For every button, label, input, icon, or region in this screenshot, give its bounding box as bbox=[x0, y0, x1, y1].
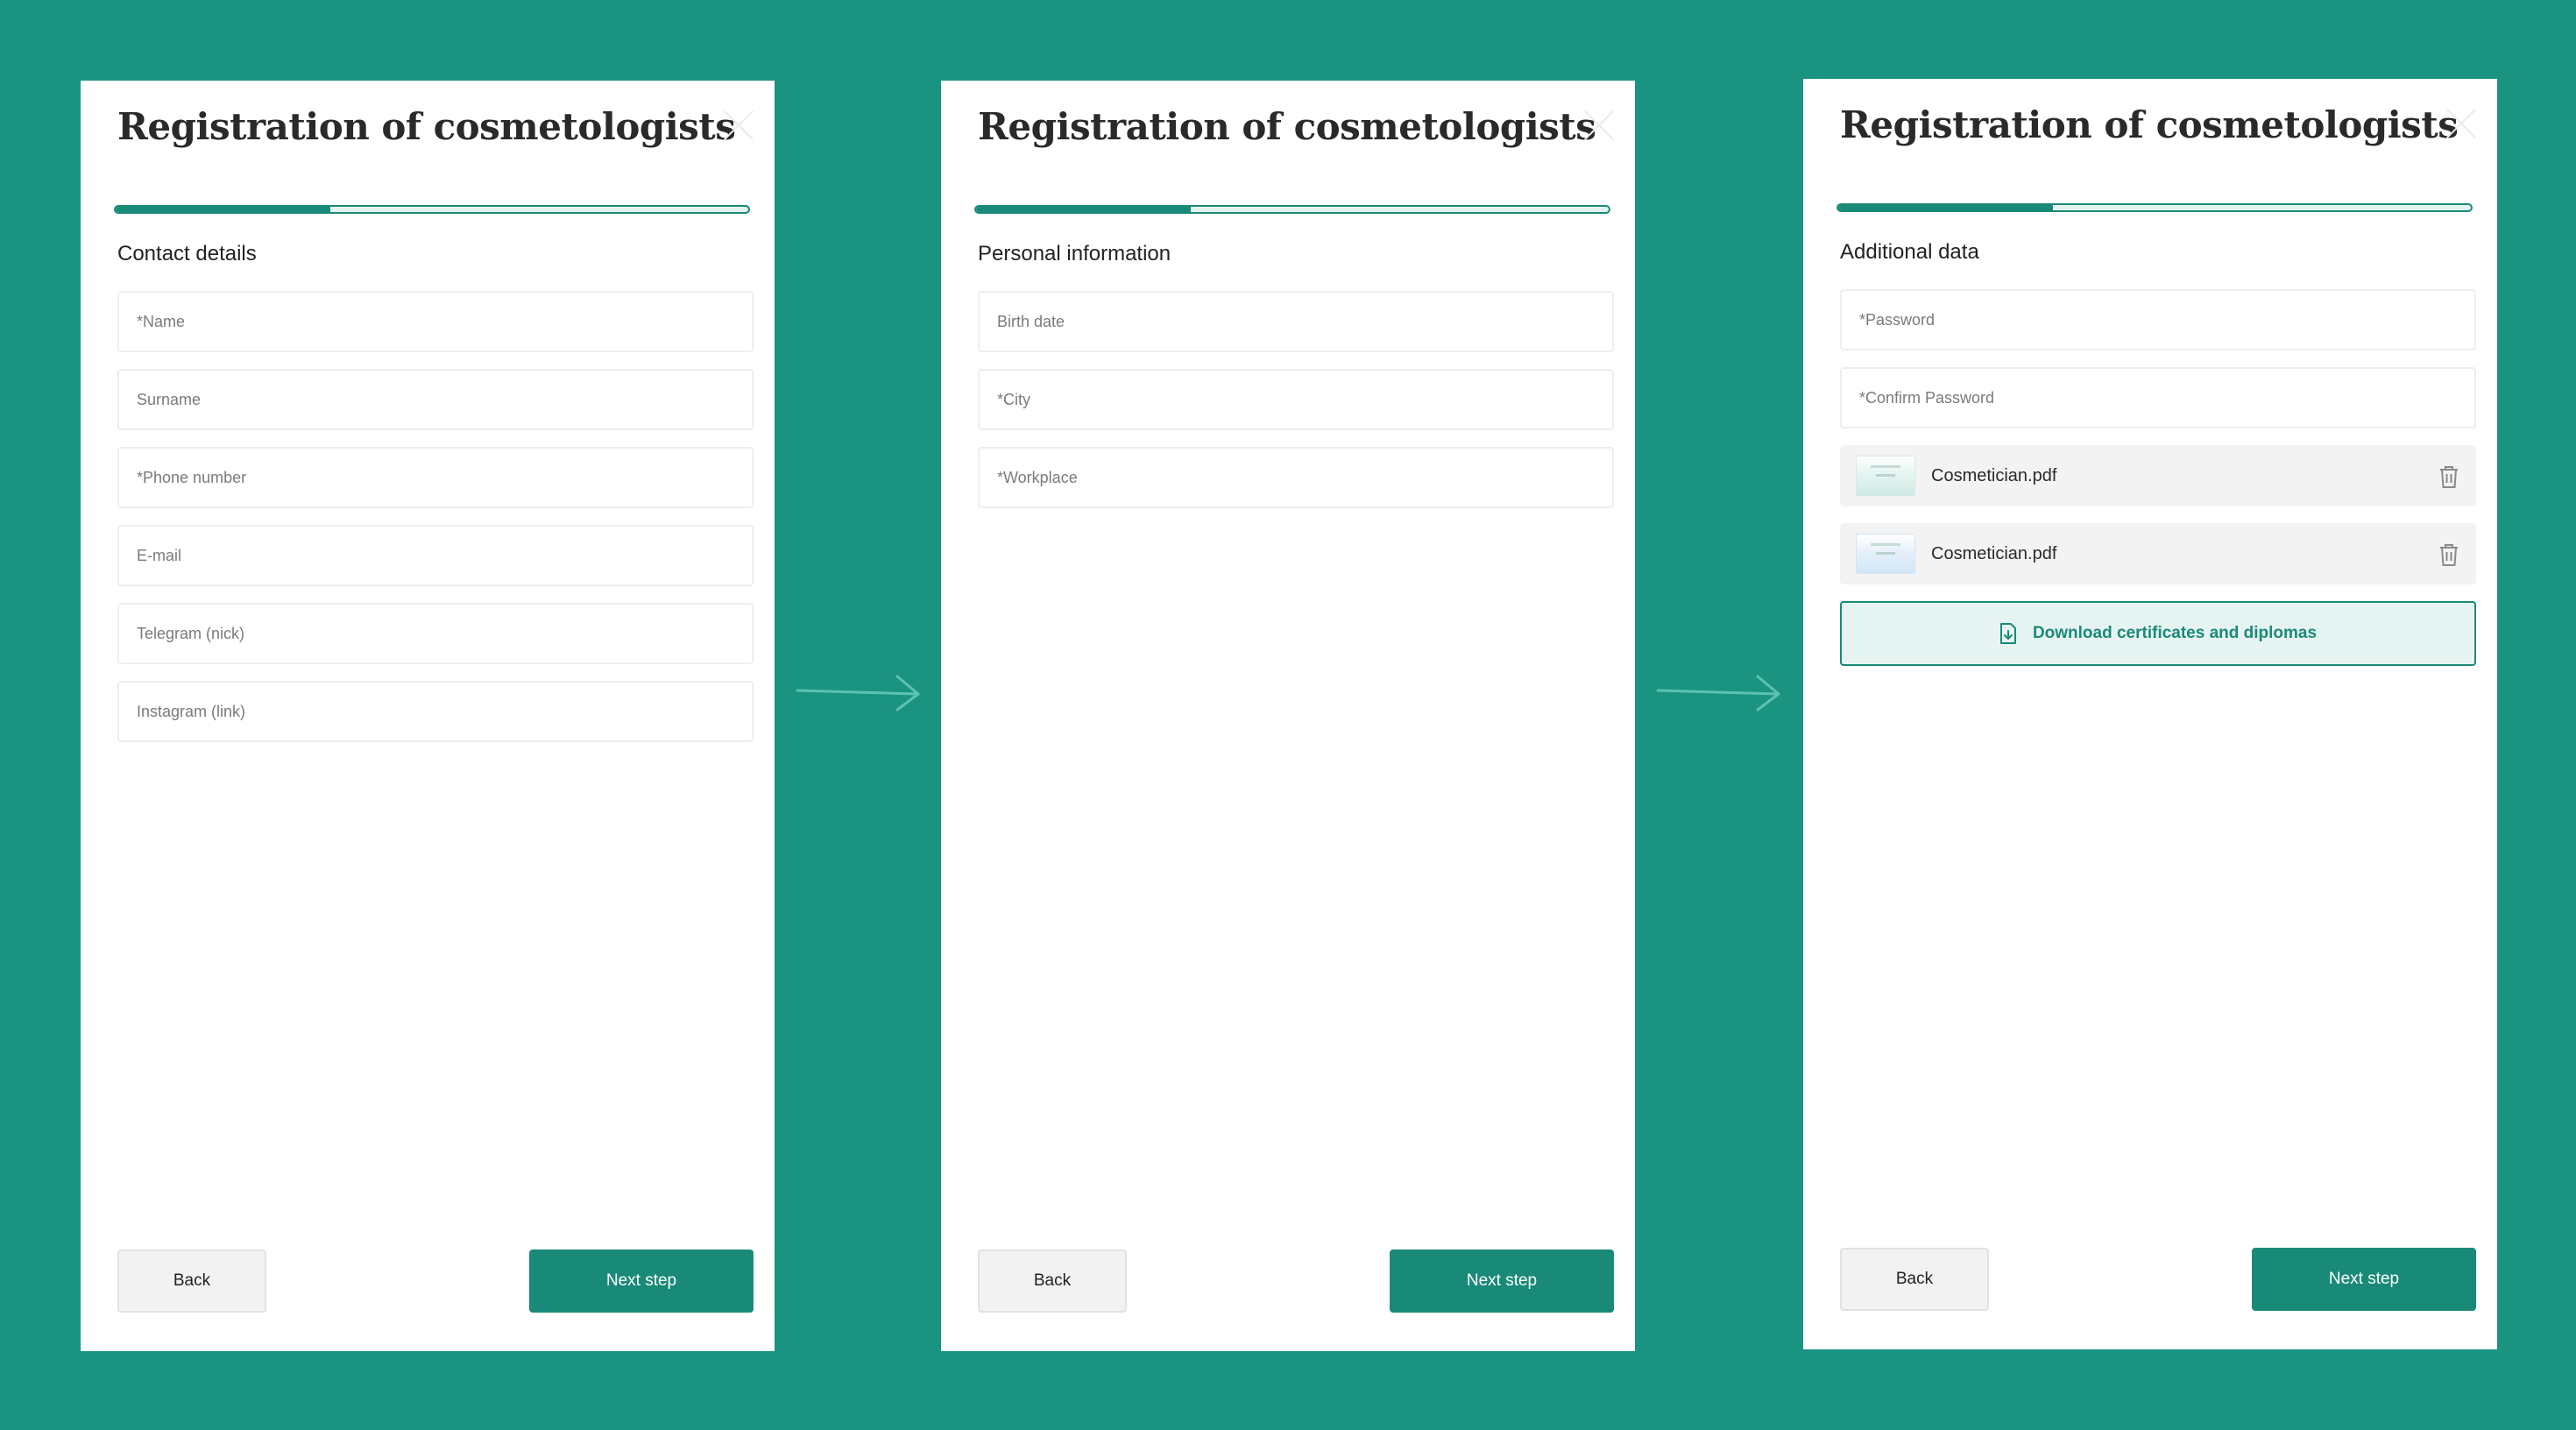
registration-panel-personal: Registration of cosmetologists Personal … bbox=[941, 81, 1635, 1351]
file-name: Cosmetician.pdf bbox=[1931, 543, 2057, 563]
instagram-input[interactable]: Instagram (link) bbox=[117, 681, 754, 742]
arrow-right-icon bbox=[796, 675, 920, 711]
progress-bar bbox=[114, 205, 750, 214]
file-download-icon bbox=[1999, 623, 2016, 644]
next-step-button[interactable]: Next step bbox=[2252, 1248, 2476, 1311]
back-button[interactable]: Back bbox=[1840, 1248, 1989, 1311]
close-icon[interactable] bbox=[2445, 107, 2478, 140]
back-button[interactable]: Back bbox=[978, 1249, 1127, 1313]
progress-fill bbox=[116, 207, 331, 212]
progress-fill bbox=[1838, 205, 2054, 210]
next-step-button[interactable]: Next step bbox=[529, 1249, 754, 1313]
next-step-button[interactable]: Next step bbox=[1390, 1249, 1614, 1313]
panel-title: Registration of cosmetologists bbox=[1840, 103, 2459, 146]
close-icon[interactable] bbox=[722, 109, 755, 142]
email-input[interactable]: E-mail bbox=[117, 525, 754, 586]
back-button[interactable]: Back bbox=[117, 1249, 266, 1313]
download-certificates-button[interactable]: Download certificates and diplomas bbox=[1840, 601, 2476, 666]
file-thumbnail bbox=[1856, 534, 1915, 574]
uploaded-file-item: Cosmetician.pdf bbox=[1840, 523, 2476, 584]
section-title: Additional data bbox=[1840, 240, 1979, 264]
registration-panel-contact: Registration of cosmetologists Contact d… bbox=[81, 81, 775, 1351]
name-input[interactable]: *Name bbox=[117, 291, 754, 352]
progress-bar bbox=[1836, 203, 2473, 212]
file-name: Cosmetician.pdf bbox=[1931, 465, 2057, 485]
file-thumbnail bbox=[1856, 456, 1915, 496]
form-fields: *Name Surname *Phone number E-mail Teleg… bbox=[117, 291, 754, 759]
telegram-input[interactable]: Telegram (nick) bbox=[117, 603, 754, 664]
trash-icon[interactable] bbox=[2438, 542, 2460, 567]
workplace-input[interactable]: *Workplace bbox=[978, 447, 1614, 508]
form-fields: Birth date *City *Workplace bbox=[978, 291, 1614, 525]
uploaded-file-item: Cosmetician.pdf bbox=[1840, 445, 2476, 506]
city-input[interactable]: *City bbox=[978, 369, 1614, 430]
section-title: Contact details bbox=[117, 242, 257, 265]
birth-date-input[interactable]: Birth date bbox=[978, 291, 1614, 352]
download-certificates-label: Download certificates and diplomas bbox=[2032, 624, 2318, 642]
surname-input[interactable]: Surname bbox=[117, 369, 754, 430]
progress-fill bbox=[976, 207, 1192, 212]
arrow-right-icon bbox=[1656, 675, 1780, 711]
section-title: Personal information bbox=[978, 242, 1171, 265]
trash-icon[interactable] bbox=[2438, 464, 2460, 489]
progress-bar bbox=[974, 205, 1610, 214]
panel-title: Registration of cosmetologists bbox=[978, 105, 1596, 148]
registration-panel-additional: Registration of cosmetologists Additiona… bbox=[1803, 79, 2497, 1349]
panel-title: Registration of cosmetologists bbox=[117, 105, 736, 148]
password-input[interactable]: *Password bbox=[1840, 289, 2476, 350]
form-fields: *Password *Confirm Password Cosmetician.… bbox=[1840, 289, 2476, 666]
close-icon[interactable] bbox=[1582, 109, 1616, 142]
confirm-password-input[interactable]: *Confirm Password bbox=[1840, 367, 2476, 428]
phone-input[interactable]: *Phone number bbox=[117, 447, 754, 508]
